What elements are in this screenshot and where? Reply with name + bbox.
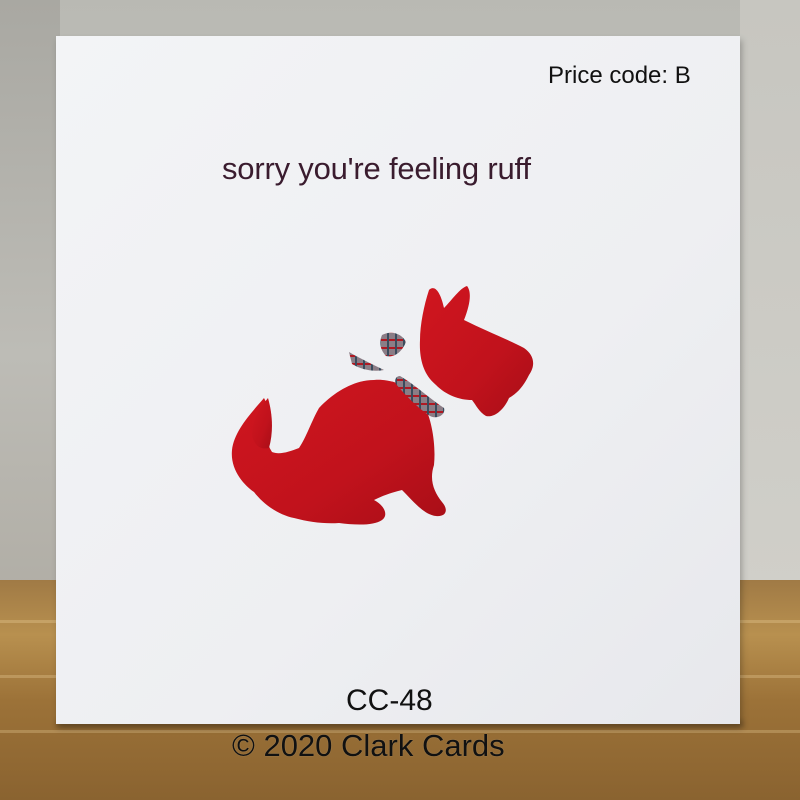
background-wall-right xyxy=(740,0,800,590)
dog-head xyxy=(419,286,534,417)
card-message: sorry you're feeling ruff xyxy=(222,151,531,186)
copyright-notice: © 2020 Clark Cards xyxy=(232,728,505,763)
scottie-dog-cutout-icon xyxy=(231,286,534,525)
plaid-bow-left xyxy=(349,352,384,371)
photo-background: Price code: B sorry you're feeling ruff xyxy=(0,0,800,800)
plaid-bow-top xyxy=(380,332,406,357)
price-code-label: Price code: B xyxy=(548,62,691,89)
background-wall-left xyxy=(0,0,60,590)
product-code-label: CC-48 xyxy=(346,684,433,717)
